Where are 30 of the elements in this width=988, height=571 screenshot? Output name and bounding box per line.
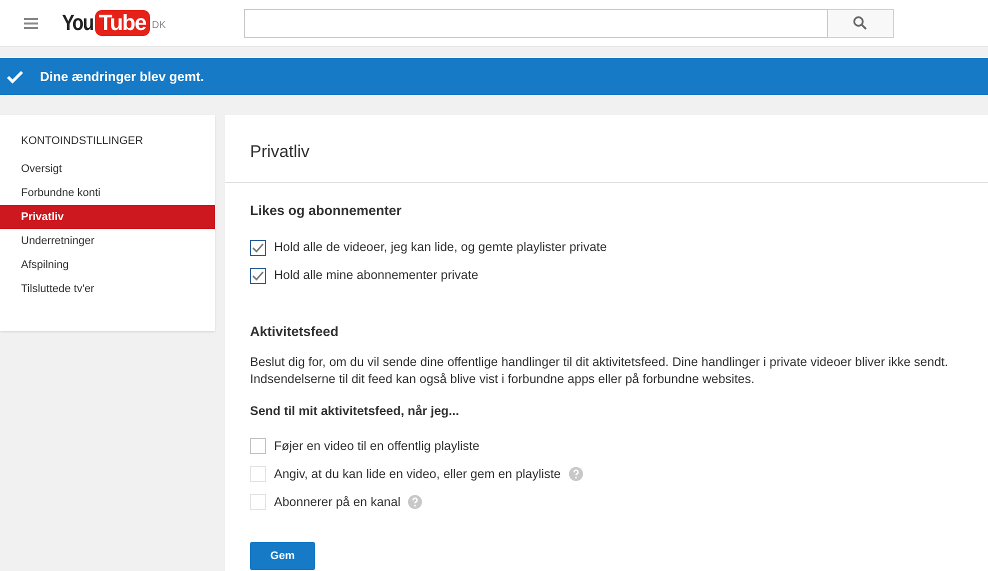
checkbox-label: Føjer en video til en offentlig playliste — [274, 438, 480, 455]
menu-icon[interactable] — [24, 18, 38, 28]
logo-badge[interactable]: Tube — [94, 10, 150, 36]
checkmark-icon — [6, 70, 24, 84]
region-label: DK — [152, 19, 166, 33]
page-title: Privatliv — [225, 115, 988, 184]
save-button[interactable]: Gem — [250, 542, 315, 570]
checkbox[interactable] — [250, 240, 266, 256]
checkbox[interactable] — [250, 438, 266, 454]
checkbox-label: Abonnerer på en kanal — [274, 494, 400, 511]
sidebar-item[interactable]: Oversigt — [0, 156, 215, 180]
checkbox[interactable] — [250, 268, 266, 284]
checkbox-label: Angiv, at du kan lide en video, eller gem en playliste — [274, 466, 561, 483]
sidebar-item[interactable]: Underretninger — [0, 228, 215, 252]
search-icon — [853, 16, 868, 30]
sidebar-item[interactable]: Afspilning — [0, 252, 215, 276]
notification-text: Dine ændringer blev gemt. — [40, 68, 204, 86]
search-field[interactable] — [244, 8, 828, 38]
sidebar-item[interactable]: Forbundne konti — [0, 180, 215, 204]
search-button[interactable] — [828, 8, 894, 38]
sidebar-item[interactable]: Tilsluttede tv'er — [0, 276, 215, 300]
checkbox-label: Hold alle de videoer, jeg kan lide, og gemte playlister private — [274, 239, 607, 256]
sidebar-heading: KONTOINDSTILLINGER — [20, 134, 144, 149]
section-description: Beslut dig for, om du vil sende dine offentlige handlinger til dit aktivitetsfeed. Dine handlinger i private videoer bliver ikke sendt. Indsendelserne til dit feed kan også blive vist i forbundne apps eller på forbundne websites. — [250, 354, 950, 388]
section-heading: Aktivitetsfeed — [250, 324, 340, 340]
section-heading: Likes og abonnementer — [250, 203, 403, 220]
checkbox-label: Hold alle mine abonnementer private — [274, 267, 478, 284]
section-subheading: Send til mit aktivitetsfeed, når jeg... — [250, 402, 460, 420]
logo-text[interactable]: You — [62, 12, 94, 34]
sidebar-item[interactable]: Privatliv — [0, 204, 215, 228]
